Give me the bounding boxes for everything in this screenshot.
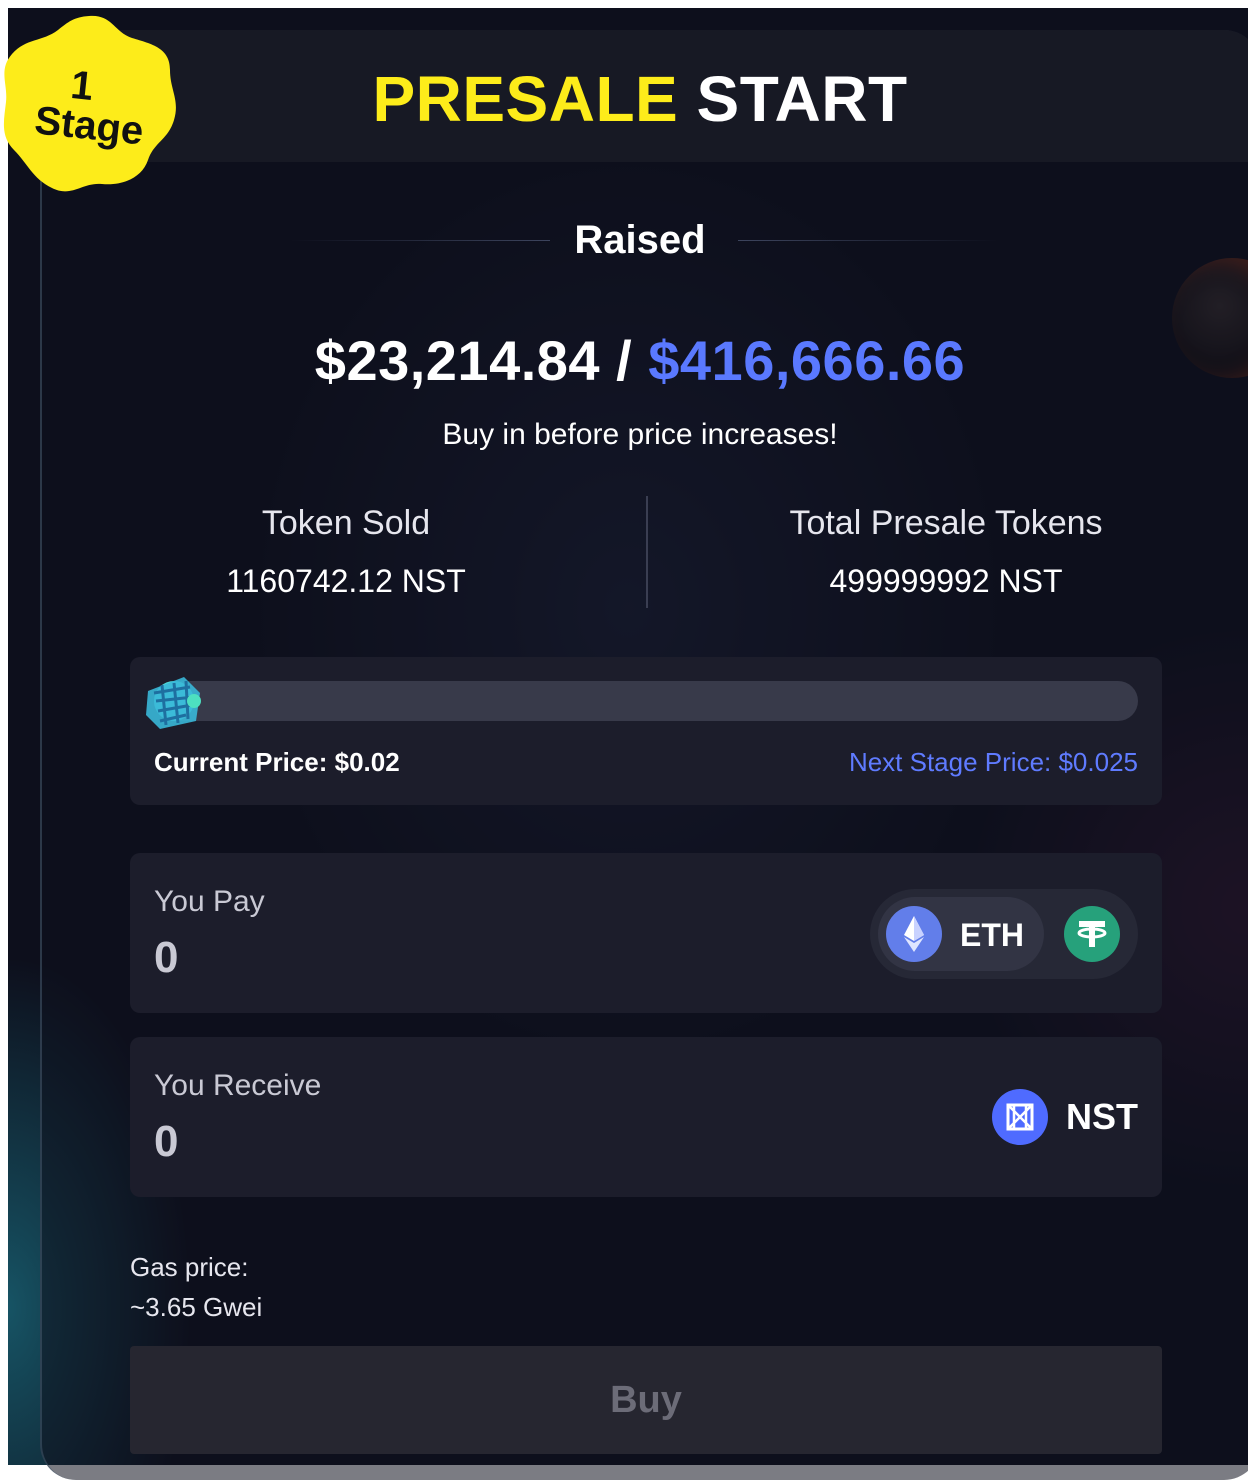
- receive-token-label: NST: [1066, 1096, 1138, 1137]
- receive-panel: You Receive NST: [130, 1037, 1162, 1197]
- gas-price-value: ~3.65 Gwei: [130, 1292, 263, 1322]
- tether-icon[interactable]: [1064, 906, 1120, 962]
- current-price: Current Price: $0.02: [154, 747, 400, 777]
- ethereum-icon: [886, 906, 942, 962]
- receive-label: You Receive: [154, 1069, 322, 1102]
- total-tokens-label: Total Presale Tokens: [789, 504, 1103, 542]
- gas-price-label: Gas price:: [130, 1252, 249, 1282]
- page-title: PRESALE START: [300, 62, 980, 136]
- raised-divider-left: [290, 240, 550, 241]
- progress-track: [154, 681, 1138, 721]
- token-sold-label: Token Sold: [261, 504, 431, 542]
- total-tokens-value: 499999992 NST: [829, 563, 1063, 599]
- pay-token-selector: ETH: [870, 889, 1138, 979]
- raised-divider-right: [738, 240, 998, 241]
- nst-token-icon: [992, 1089, 1048, 1145]
- token-sold-stat: Token Sold 1160742.12 NST: [116, 504, 576, 600]
- stats-divider: [646, 496, 648, 608]
- title-accent: PRESALE: [372, 63, 679, 135]
- pay-label: You Pay: [154, 885, 265, 918]
- total-tokens-stat: Total Presale Tokens 499999992 NST: [716, 504, 1176, 600]
- amount-target: $416,666.66: [648, 329, 966, 392]
- next-stage-price: Next Stage Price: $0.025: [848, 747, 1138, 777]
- stage-badge: 1 Stage: [2, 8, 177, 198]
- tagline: Buy in before price increases!: [442, 418, 838, 451]
- raised-amounts: $23,214.84 / $416,666.66: [180, 328, 1100, 393]
- amount-raised: $23,214.84: [314, 329, 601, 392]
- eth-label: ETH: [960, 917, 1024, 953]
- pay-amount-input[interactable]: [154, 933, 714, 983]
- pay-panel: You Pay ETH: [130, 853, 1162, 1013]
- eth-token-option[interactable]: ETH: [878, 897, 1044, 971]
- receive-amount-input[interactable]: [154, 1117, 714, 1167]
- title-rest: START: [696, 63, 908, 135]
- nst-logo-icon: [142, 671, 204, 733]
- amount-separator: /: [616, 329, 633, 392]
- receive-token: NST: [992, 1089, 1138, 1145]
- progress-panel: Current Price: $0.02 Next Stage Price: $…: [130, 657, 1162, 805]
- buy-button[interactable]: Buy: [130, 1346, 1162, 1454]
- token-sold-value: 1160742.12 NST: [226, 563, 466, 599]
- raised-label: Raised: [574, 218, 706, 262]
